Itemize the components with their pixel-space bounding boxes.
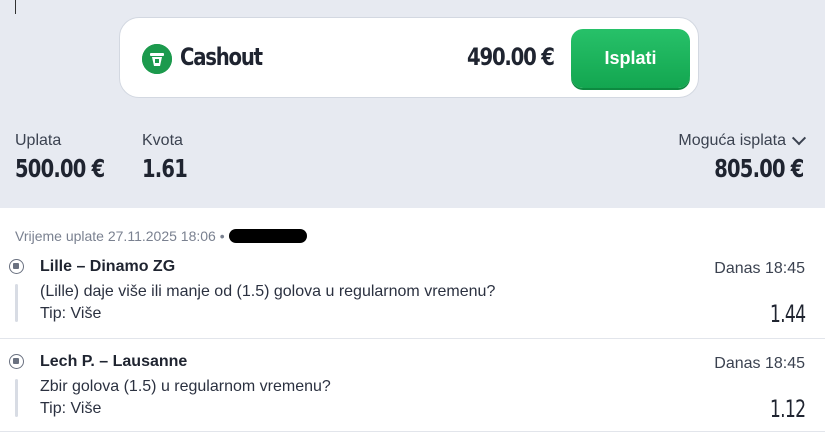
match-time: Danas 18:45	[714, 260, 805, 277]
match-time: Danas 18:45	[714, 355, 805, 372]
redacted-ticket-id	[228, 229, 307, 243]
payout-toggle[interactable]: Moguća isplata	[678, 131, 807, 150]
match-odds: 1.44	[769, 300, 805, 328]
stake-value: 500.00 €	[15, 154, 105, 183]
cashout-card: Cashout 490.00 € Isplati	[119, 17, 699, 98]
match-tip: Tip: Više	[40, 400, 102, 417]
odds-value: 1.61	[142, 154, 188, 183]
match-title: Lille – Dinamo ZG	[40, 258, 176, 275]
match-tip: Tip: Više	[40, 305, 102, 322]
payout-label: Moguća isplata	[678, 132, 786, 149]
divider	[15, 284, 18, 322]
scrollbar[interactable]	[825, 0, 839, 433]
text-cursor	[15, 0, 16, 14]
chevron-down-icon	[791, 131, 807, 146]
ticket-meta: Vrijeme uplate 27.11.2025 18:06 •	[15, 228, 307, 244]
divider	[15, 379, 18, 417]
payout-value: 805.00 €	[714, 154, 805, 183]
cashout-title: Cashout	[180, 43, 263, 71]
cashout-amount: 490.00 €	[467, 43, 555, 71]
soccer-ball-icon	[9, 354, 24, 369]
match-market: Zbir golova (1.5) u regularnom vremenu?	[40, 378, 331, 395]
odds-label: Kvota	[142, 132, 183, 149]
soccer-ball-icon	[9, 259, 24, 274]
stake-label: Uplata	[15, 132, 62, 149]
match-market: (Lille) daje više ili manje od (1.5) gol…	[40, 283, 496, 300]
isplati-button[interactable]: Isplati	[571, 29, 690, 88]
match-row: Lech P. – Lausanne Danas 18:45 Zbir golo…	[0, 349, 825, 432]
match-title: Lech P. – Lausanne	[40, 353, 188, 370]
cashout-icon	[142, 44, 172, 74]
ticket-time: Vrijeme uplate 27.11.2025 18:06 •	[15, 228, 225, 244]
match-row: Lille – Dinamo ZG Danas 18:45 (Lille) da…	[0, 254, 825, 339]
match-odds: 1.12	[769, 395, 805, 423]
